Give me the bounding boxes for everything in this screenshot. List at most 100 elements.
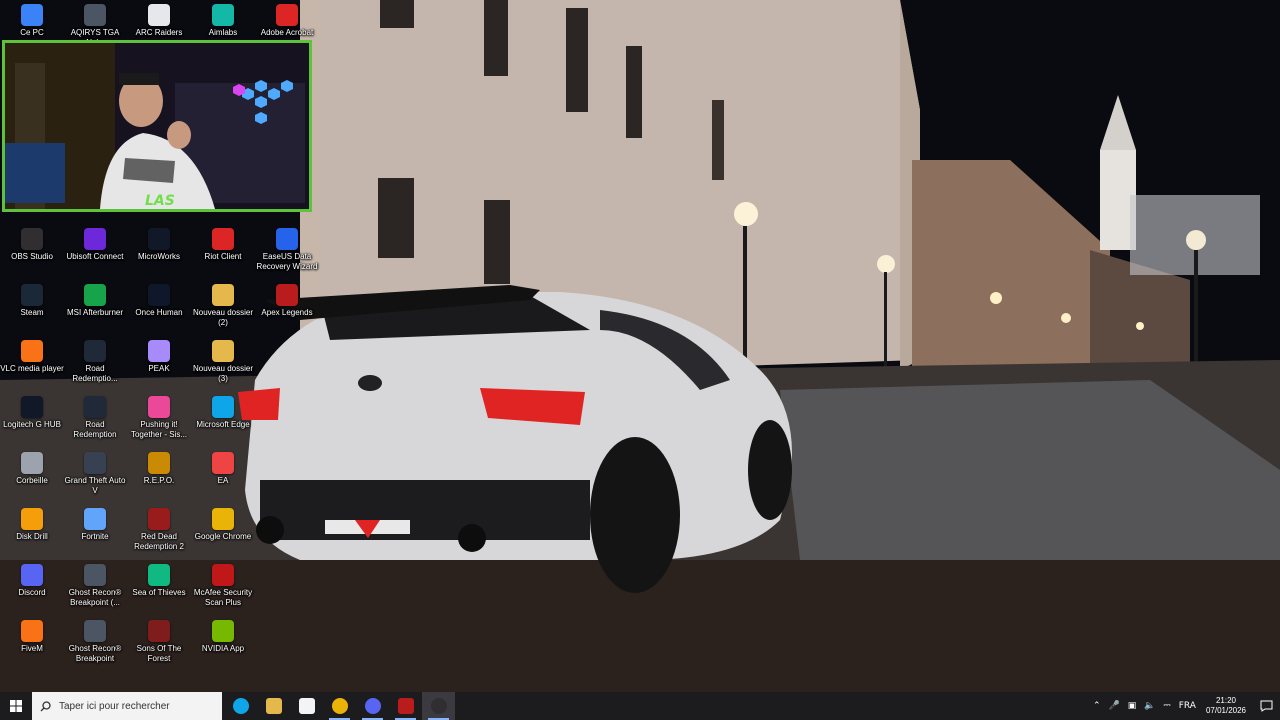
taskbar: ⌃ 🎤 ▣ 🔈 ⎓ FRA 21:20 07/01/2026 — [0, 692, 1280, 720]
folder-icon — [265, 698, 282, 714]
taskbar-pinned-apps — [224, 692, 455, 720]
desktop-icon-label: MicroWorks — [137, 252, 181, 261]
edge-icon — [212, 396, 234, 418]
desktop-icon-label: Adobe Acrobat — [260, 28, 314, 37]
vlc-icon — [21, 340, 43, 362]
store-icon — [298, 698, 315, 714]
desktop-icon-folder[interactable]: Nouveau dossier (2) — [191, 284, 255, 328]
desktop-icon-ea[interactable]: EA — [191, 452, 255, 486]
ubisoft-icon — [84, 228, 106, 250]
desktop-icon-apex[interactable]: Apex Legends — [255, 284, 319, 318]
notification-center-button[interactable] — [1252, 692, 1280, 720]
network-icon[interactable]: ▣ — [1124, 701, 1141, 711]
desktop-icon-label: Ghost Recon® Breakpoint — [68, 644, 122, 663]
desktop-icon-ghostrecon[interactable]: Ghost Recon® Breakpoint (... — [63, 564, 127, 608]
aimlabs-icon — [212, 4, 234, 26]
desktop-icon-label: ARC Raiders — [135, 28, 183, 37]
search-icon — [40, 700, 51, 711]
desktop-icon-label: Red Dead Redemption 2 — [134, 532, 184, 551]
taskbar-app-discord[interactable] — [356, 692, 389, 720]
desktop-icon-aimlabs[interactable]: Aimlabs — [191, 4, 255, 38]
afterburner-icon — [84, 284, 106, 306]
desktop-icon-nvidia[interactable]: NVIDIA App — [191, 620, 255, 654]
usb-device-icon[interactable]: ⎓ — [1160, 701, 1175, 711]
desktop-icon-fortnite[interactable]: Fortnite — [63, 508, 127, 542]
taskbar-app-chrome[interactable] — [323, 692, 356, 720]
microphone-icon[interactable]: 🎤 — [1105, 701, 1124, 711]
desktop-icon-ghub[interactable]: Logitech G HUB — [0, 396, 64, 430]
desktop-icon-oncehuman[interactable]: Once Human — [127, 284, 191, 318]
volume-icon[interactable]: 🔈 — [1140, 701, 1159, 711]
taskbar-search-box[interactable] — [32, 692, 222, 720]
chrome-icon — [331, 698, 348, 714]
show-hidden-icons-chevron-icon[interactable]: ⌃ — [1089, 701, 1105, 711]
desktop-icon-rdr2[interactable]: Red Dead Redemption 2 — [127, 508, 191, 552]
rdr2-icon — [148, 508, 170, 530]
language-indicator[interactable]: FRA — [1175, 701, 1200, 711]
notification-icon — [1260, 700, 1272, 712]
desktop-icon-discord[interactable]: Discord — [0, 564, 64, 598]
desktop-icon-folder[interactable]: Nouveau dossier (3) — [191, 340, 255, 384]
desktop-icon-label: Disk Drill — [16, 532, 48, 541]
desktop-icon-diskdrill[interactable]: Disk Drill — [0, 508, 64, 542]
desktop-icon-computer[interactable]: Ce PC — [0, 4, 64, 38]
desktop-icon-easeus[interactable]: EaseUS Data Recovery Wizard — [255, 228, 319, 272]
desktop-icon-seaofthieves[interactable]: Sea of Thieves — [127, 564, 191, 598]
taskbar-app-store[interactable] — [290, 692, 323, 720]
desktop-icon-afterburner[interactable]: MSI Afterburner — [63, 284, 127, 318]
chrome-icon — [212, 508, 234, 530]
ghub-icon — [21, 396, 43, 418]
desktop-icon-pushingit[interactable]: Pushing it! Together - Sis... — [127, 396, 191, 440]
clock[interactable]: 21:20 07/01/2026 — [1200, 696, 1252, 716]
pushingit-icon — [148, 396, 170, 418]
desktop-icon-ubisoft[interactable]: Ubisoft Connect — [63, 228, 127, 262]
desktop-icon-label: Ubisoft Connect — [66, 252, 124, 261]
desktop-icon-ghostrecon[interactable]: Ghost Recon® Breakpoint — [63, 620, 127, 664]
desktop-icon-label: Apex Legends — [261, 308, 313, 317]
taskbar-app-file-explorer[interactable] — [257, 692, 290, 720]
desktop-icon-mcafee[interactable]: McAfee Security Scan Plus — [191, 564, 255, 608]
desktop-icon-recycle-bin[interactable]: Corbeille — [0, 452, 64, 486]
desktop-icon-label: Grand Theft Auto V — [64, 476, 126, 495]
webcam-overlay: LAS — [2, 40, 312, 212]
desktop-icon-label: Fortnite — [81, 532, 109, 541]
desktop-icon-obs[interactable]: OBS Studio — [0, 228, 64, 262]
desktop-icon-gta[interactable]: Grand Theft Auto V — [63, 452, 127, 496]
desktop-icon-riot[interactable]: Riot Client — [191, 228, 255, 262]
desktop-icon-document[interactable]: ARC Raiders — [127, 4, 191, 38]
taskbar-app-voicemeeter[interactable] — [389, 692, 422, 720]
desktop-icon-roadredemption[interactable]: Road Redemption — [63, 396, 127, 440]
desktop-icon-label: VLC media player — [0, 364, 64, 373]
gta-icon — [84, 452, 106, 474]
desktop-icon-fivem[interactable]: FiveM — [0, 620, 64, 654]
taskbar-app-edge[interactable] — [224, 692, 257, 720]
desktop-icon-label: EA — [217, 476, 229, 485]
desktop-icon-chrome[interactable]: Google Chrome — [191, 508, 255, 542]
desktop-icon-label: Riot Client — [204, 252, 242, 261]
document-icon — [148, 4, 170, 26]
desktop-icon-peak[interactable]: PEAK — [127, 340, 191, 374]
desktop-icon-label: Nouveau dossier (3) — [192, 364, 254, 383]
nvidia-icon — [212, 620, 234, 642]
desktop-icon-sonsoftheforest[interactable]: Sons Of The Forest — [127, 620, 191, 664]
desktop-icon-roadredemption[interactable]: Road Redemptio... — [63, 340, 127, 384]
clock-time: 21:20 — [1215, 696, 1236, 705]
desktop-icon-label: Once Human — [135, 308, 183, 317]
desktop-icon-label: OBS Studio — [11, 252, 53, 261]
desktop-icon-edge[interactable]: Microsoft Edge — [191, 396, 255, 430]
search-input[interactable] — [57, 699, 221, 713]
desktop-icon-label: Discord — [18, 588, 46, 597]
desktop-icon-label: EaseUS Data Recovery Wizard — [256, 252, 318, 271]
desktop-icon-repo[interactable]: R.E.P.O. — [127, 452, 191, 486]
recycle-bin-icon — [21, 452, 43, 474]
desktop-icon-steam[interactable]: Steam — [0, 284, 64, 318]
desktop-icon-acrobat[interactable]: Adobe Acrobat — [255, 4, 319, 38]
desktop-icon-label: Logitech G HUB — [3, 420, 61, 429]
taskbar-app-obs[interactable] — [422, 692, 455, 720]
start-button[interactable] — [0, 692, 32, 720]
ghostrecon-icon — [84, 620, 106, 642]
voicemeeter-icon — [397, 698, 414, 714]
desktop-icon-microworks[interactable]: MicroWorks — [127, 228, 191, 262]
desktop-icon-vlc[interactable]: VLC media player — [0, 340, 64, 374]
folder-icon — [212, 340, 234, 362]
